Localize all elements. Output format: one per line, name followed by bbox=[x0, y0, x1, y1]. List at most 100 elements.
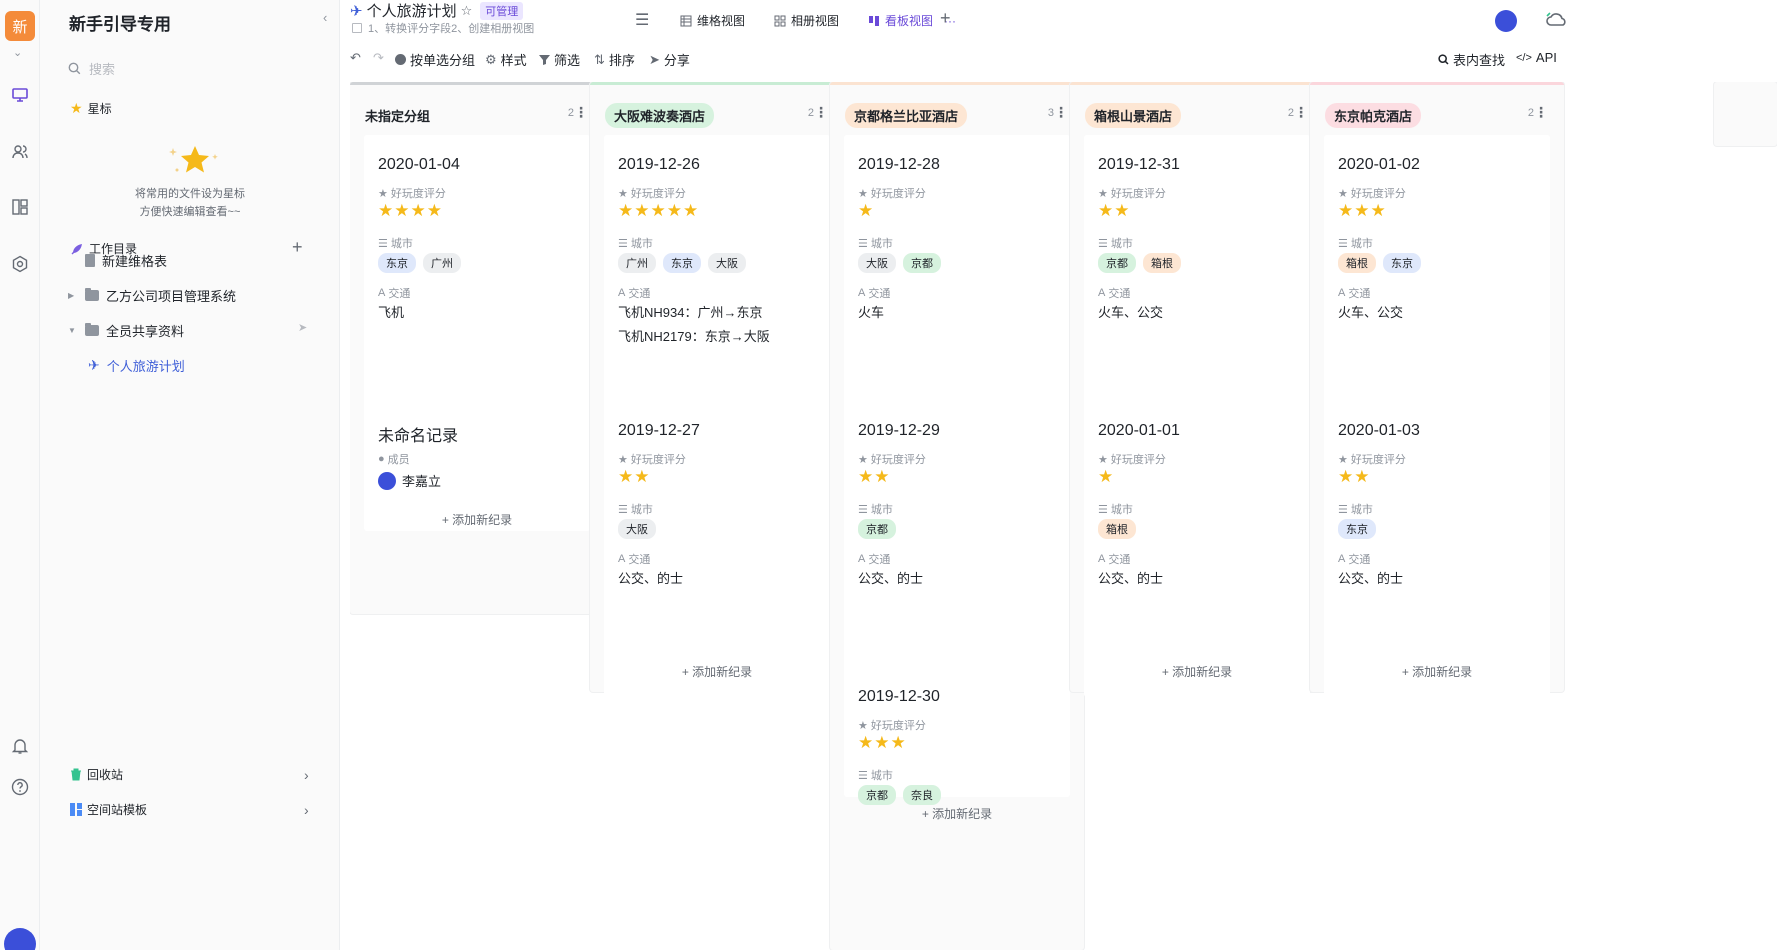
view-toolbar: ↶ ↷ 按单选分组 ⚙ 样式 筛选 ⇅ 排序 ➤ 分享 表内查找 </> API bbox=[340, 46, 1777, 74]
collaborator-avatar[interactable] bbox=[1495, 10, 1517, 32]
sort-label: 排序 bbox=[608, 53, 635, 68]
column-title[interactable]: 大阪难波奏酒店 bbox=[605, 103, 715, 128]
settings-icon[interactable] bbox=[8, 252, 32, 276]
city-tags: 东京 bbox=[1338, 519, 1376, 539]
add-record-button[interactable]: + 添加新纪录 bbox=[350, 511, 604, 528]
search-icon bbox=[1438, 54, 1449, 65]
bell-icon[interactable] bbox=[8, 734, 32, 758]
field-label-text: 交通 bbox=[868, 554, 891, 566]
record-card[interactable]: 2020-01-02 ★ 好玩度评分 ★★★ ☰ 城市 箱根 东京 A 交通 火车、公… bbox=[1324, 135, 1550, 431]
column-title[interactable]: 箱根山景酒店 bbox=[1085, 103, 1182, 128]
card-title: 2020-01-03 bbox=[1338, 422, 1420, 439]
undo-icon[interactable]: ↶ bbox=[350, 50, 361, 66]
tree-node-label: 新建维格表 bbox=[102, 254, 168, 269]
field-label-text: 城市 bbox=[1350, 238, 1373, 250]
more-vertical-icon[interactable]: ⋮ bbox=[1294, 104, 1308, 121]
field-label-city: ☰ 城市 bbox=[858, 235, 893, 251]
api-button[interactable]: </> API bbox=[1516, 50, 1557, 65]
datasheet-header: ✈ 个人旅游计划 ☆ 可管理 1、转换评分字段2、创建相册视图 ☰ 维格视图 相… bbox=[340, 0, 1777, 40]
record-card[interactable]: 2019-12-30 ★ 好玩度评分 ★★★ ☰ 城市 京都 奈良 bbox=[844, 667, 1070, 805]
record-card[interactable]: 2019-12-28 ★ 好玩度评分 ★ ☰ 城市 大阪 京都 A 交通 火车 bbox=[844, 135, 1070, 431]
tab-gallery-view[interactable]: 相册视图 bbox=[774, 12, 839, 29]
share-button[interactable]: ➤ 分享 bbox=[649, 50, 690, 69]
city-tag: 箱根 bbox=[1143, 253, 1181, 273]
record-card[interactable]: 2019-12-29 ★ 好玩度评分 ★★ ☰ 城市 京都 A 交通 公交、的士 bbox=[844, 401, 1070, 697]
column-title[interactable]: 未指定分组 bbox=[365, 103, 430, 128]
record-card[interactable]: 2020-01-04 ★ 好玩度评分 ★★★★ ☰ 城市 东京 广州 A 交通 飞机 bbox=[364, 135, 590, 431]
sort-icon: ⇅ bbox=[594, 51, 605, 67]
find-in-table-button[interactable]: 表内查找 bbox=[1438, 50, 1505, 69]
star-section[interactable]: ★ 星标 bbox=[70, 100, 112, 117]
field-label-text: 城市 bbox=[1110, 238, 1133, 250]
tree-node-folder-open[interactable]: ▼ 全员共享资料 ➤ bbox=[68, 321, 308, 340]
style-button[interactable]: ⚙ 样式 bbox=[485, 50, 527, 69]
add-record-button[interactable]: + 添加新纪录 bbox=[1070, 663, 1324, 680]
card-title: 2019-12-27 bbox=[618, 422, 700, 439]
tree-node-sheet[interactable]: 新建维格表 bbox=[85, 251, 167, 270]
more-vertical-icon[interactable]: ⋮ bbox=[574, 104, 588, 121]
view-list-icon[interactable]: ☰ bbox=[635, 10, 649, 30]
add-group-column[interactable] bbox=[1714, 82, 1777, 146]
sort-button[interactable]: ⇅ 排序 bbox=[594, 50, 635, 69]
chevron-down-icon[interactable]: ⌄ bbox=[13, 46, 22, 59]
caret-right-icon[interactable]: ▶ bbox=[68, 291, 78, 300]
redo-icon[interactable]: ↷ bbox=[373, 50, 384, 66]
group-by-button[interactable]: 按单选分组 bbox=[395, 50, 475, 69]
filter-button[interactable]: 筛选 bbox=[539, 50, 580, 69]
group-label: 按单选分组 bbox=[410, 53, 476, 68]
column-title[interactable]: 东京帕克酒店 bbox=[1325, 103, 1422, 128]
field-label-text: 好玩度评分 bbox=[630, 454, 686, 466]
user-avatar[interactable] bbox=[4, 928, 36, 950]
city-tag: 奈良 bbox=[903, 785, 941, 805]
record-card[interactable]: 2020-01-01 ★ 好玩度评分 ★ ☰ 城市 箱根 A 交通 公交、的士 bbox=[1084, 401, 1310, 697]
workbench-icon[interactable] bbox=[8, 83, 32, 107]
transport-line: 飞机 bbox=[378, 305, 405, 320]
folder-icon bbox=[85, 288, 99, 301]
filter-icon bbox=[539, 55, 550, 65]
tab-grid-view[interactable]: 维格视图 bbox=[680, 12, 745, 29]
transport-value: 飞机 bbox=[378, 301, 404, 325]
column-title[interactable]: 京都格兰比亚酒店 bbox=[845, 103, 968, 128]
add-node-icon[interactable]: + bbox=[292, 237, 303, 258]
doc-title-text[interactable]: 个人旅游计划 bbox=[367, 0, 457, 21]
field-label-city: ☰ 城市 bbox=[858, 501, 893, 517]
trash-icon bbox=[71, 768, 81, 781]
folder-icon bbox=[85, 323, 99, 336]
doc-description[interactable]: 1、转换评分字段2、创建相册视图 bbox=[352, 20, 534, 36]
add-record-button[interactable]: + 添加新纪录 bbox=[1310, 663, 1564, 680]
api-label: API bbox=[1535, 50, 1557, 65]
add-view-icon[interactable]: + bbox=[940, 8, 951, 29]
field-label-text: 交通 bbox=[868, 288, 891, 300]
rating-stars: ★★★ bbox=[1338, 201, 1387, 220]
collapse-sidebar-icon[interactable]: ‹ bbox=[323, 10, 327, 25]
field-label-transport: A 交通 bbox=[618, 285, 650, 301]
field-label-text: 好玩度评分 bbox=[1350, 454, 1406, 466]
transport-value: 火车、公交 bbox=[1098, 301, 1163, 325]
multiselect-icon: ☰ bbox=[378, 237, 388, 250]
record-card[interactable]: 2019-12-26 ★ 好玩度评分 ★★★★★ ☰ 城市 广州 东京 大阪 A 交通… bbox=[604, 135, 830, 431]
add-record-button[interactable]: + 添加新纪录 bbox=[830, 805, 1084, 822]
record-card[interactable]: 2019-12-31 ★ 好玩度评分 ★★ ☰ 城市 京都 箱根 A 交通 火车、公交 bbox=[1084, 135, 1310, 431]
more-vertical-icon[interactable]: ⋮ bbox=[1054, 104, 1068, 121]
space-logo[interactable]: 新 bbox=[5, 11, 35, 41]
field-label-text: 城市 bbox=[1110, 504, 1133, 516]
cloud-sync-icon[interactable] bbox=[1545, 10, 1569, 33]
star-outline-icon[interactable]: ☆ bbox=[461, 3, 473, 19]
tree-node-active[interactable]: ✈ 个人旅游计划 bbox=[88, 356, 185, 375]
search-input[interactable]: 搜索 bbox=[68, 56, 318, 80]
more-vertical-icon[interactable]: ⋮ bbox=[1534, 104, 1548, 121]
record-card[interactable]: 2020-01-03 ★ 好玩度评分 ★★ ☰ 城市 东京 A 交通 公交、的士 bbox=[1324, 401, 1550, 697]
record-card[interactable]: 2019-12-27 ★ 好玩度评分 ★★ ☰ 城市 大阪 A 交通 公交、的士 bbox=[604, 401, 830, 697]
space-templates[interactable]: 空间站模板 › bbox=[70, 801, 309, 818]
caret-down-icon[interactable]: ▼ bbox=[68, 326, 78, 335]
add-record-button[interactable]: + 添加新纪录 bbox=[590, 663, 844, 680]
templates-icon[interactable] bbox=[8, 195, 32, 219]
recycle-bin[interactable]: 回收站 › bbox=[70, 766, 309, 783]
more-vertical-icon[interactable]: ⋮ bbox=[814, 104, 828, 121]
rocket-icon bbox=[71, 243, 82, 254]
members-icon[interactable] bbox=[8, 140, 32, 164]
tree-node-folder[interactable]: ▶ 乙方公司项目管理系统 bbox=[68, 286, 236, 305]
transport-value: 公交、的士 bbox=[1098, 567, 1163, 591]
help-icon[interactable] bbox=[8, 775, 32, 799]
tab-label: 相册视图 bbox=[791, 14, 840, 28]
